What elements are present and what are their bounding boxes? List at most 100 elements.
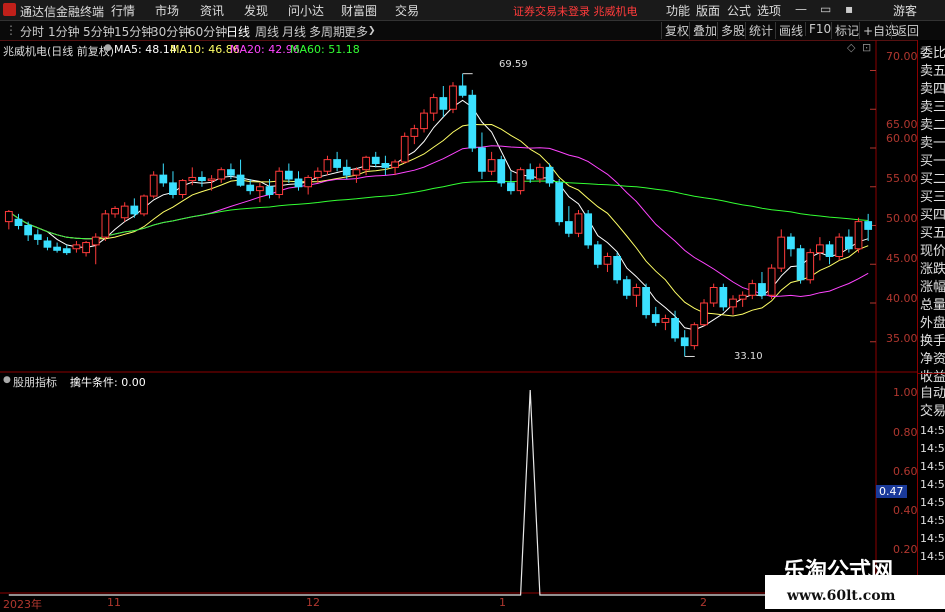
tick-time-8: 14:56 bbox=[920, 550, 945, 563]
diamond-icon[interactable]: ◇ bbox=[847, 41, 855, 54]
quote-sell2: 卖二 bbox=[920, 118, 945, 133]
candle-body bbox=[4, 211, 13, 223]
auto-trade-tab[interactable]: 自动 bbox=[920, 386, 945, 402]
app-logo-icon bbox=[3, 3, 16, 16]
candle-body bbox=[352, 169, 361, 176]
candle-body bbox=[227, 169, 235, 176]
candle-body bbox=[651, 314, 660, 323]
period-daily[interactable]: 日线 bbox=[226, 23, 250, 40]
menu-faxian[interactable]: 发现 bbox=[244, 2, 268, 19]
y-tick-35: 35.00 bbox=[886, 332, 918, 345]
menu-gongshi[interactable]: 公式 bbox=[727, 2, 751, 19]
candle-body bbox=[159, 174, 168, 184]
menu-wenxiaoda[interactable]: 问小达 bbox=[288, 2, 324, 19]
period-5min[interactable]: 5分钟 bbox=[83, 23, 115, 40]
period-weekly[interactable]: 周线 bbox=[255, 23, 279, 40]
btn-huaxian[interactable]: 画线 bbox=[775, 22, 803, 39]
low-price-mark: 33.10 bbox=[734, 351, 763, 362]
login-notice[interactable]: 证券交易未登录 兆威机电 bbox=[513, 3, 638, 19]
quote-sell1: 卖一 bbox=[920, 136, 945, 151]
quote-panel: 委比 卖五 卖四 卖三 卖二 卖一 买一 买二 买三 买四 买五 现价 涨跌 涨… bbox=[917, 40, 945, 609]
tick-time-1: 14:56 bbox=[920, 424, 945, 437]
period-1min[interactable]: 1分钟 bbox=[48, 23, 80, 40]
trade-tab[interactable]: 交易 bbox=[920, 404, 945, 420]
y-tick-50: 50.00 bbox=[886, 212, 918, 225]
candle-body bbox=[816, 244, 824, 254]
candle-body bbox=[284, 170, 293, 180]
candle-body bbox=[516, 169, 525, 192]
menu-shichang[interactable]: 市场 bbox=[155, 2, 179, 19]
menu-zixun[interactable]: 资讯 bbox=[200, 2, 224, 19]
stock-label: 兆威机电(日线 前复权) bbox=[3, 45, 115, 58]
period-15min[interactable]: 15分钟 bbox=[114, 23, 153, 40]
quote-buy1: 买一 bbox=[920, 154, 945, 169]
candle-body bbox=[304, 176, 313, 188]
btn-back[interactable]: 返回 bbox=[891, 22, 919, 39]
candle-body bbox=[690, 324, 699, 347]
candle-body bbox=[458, 85, 467, 96]
btn-biaoji[interactable]: 标记 bbox=[831, 22, 859, 39]
candle-body bbox=[545, 166, 554, 184]
expand-icon[interactable]: ⊡ bbox=[862, 41, 871, 54]
candle-body bbox=[574, 213, 583, 234]
candle-body bbox=[381, 163, 390, 168]
btn-duogu[interactable]: 多股 bbox=[717, 22, 745, 39]
candle-body bbox=[14, 218, 23, 227]
x-label-1: 1 bbox=[499, 596, 506, 609]
ma5-label: MA5: 48.14 bbox=[114, 43, 177, 56]
menu-jiaoyi[interactable]: 交易 bbox=[395, 2, 419, 19]
period-30min[interactable]: 30分钟 bbox=[151, 23, 190, 40]
guest-button[interactable]: 游客 bbox=[893, 2, 917, 19]
sub-settings-icon[interactable]: ● bbox=[3, 375, 11, 385]
candle-body bbox=[130, 205, 139, 215]
menu-hangqing[interactable]: 行情 bbox=[111, 2, 135, 19]
candle-body bbox=[362, 156, 370, 171]
minimize-icon[interactable]: — bbox=[795, 2, 807, 16]
y-tick-45: 45.00 bbox=[886, 252, 918, 265]
btn-tongji[interactable]: 统计 bbox=[745, 22, 773, 39]
candle-body bbox=[62, 248, 71, 254]
period-toolbar: ⋮ 分时 1分钟 5分钟 15分钟 30分钟 60分钟 日线 周线 月线 多周期… bbox=[0, 21, 945, 41]
more-arrow-icon[interactable]: ❯ bbox=[368, 26, 376, 36]
candle-body bbox=[478, 147, 486, 172]
candle-body bbox=[217, 169, 226, 180]
quote-price: 现价 bbox=[920, 244, 945, 259]
quote-sell3: 卖三 bbox=[920, 100, 945, 115]
candle-body bbox=[265, 186, 274, 195]
menu-gongneng[interactable]: 功能 bbox=[666, 2, 690, 19]
sub-tick-1: 1.00 bbox=[893, 386, 918, 399]
sub-tick-02: 0.20 bbox=[893, 543, 918, 556]
menu-caifuquan[interactable]: 财富圈 bbox=[341, 2, 377, 19]
watermark-url: www.60lt.com bbox=[787, 588, 896, 604]
tick-time-2: 14:56 bbox=[920, 442, 945, 455]
more-icon[interactable]: ▪ bbox=[845, 2, 853, 16]
btn-diejia[interactable]: 叠加 bbox=[689, 22, 717, 39]
chart-settings-icon[interactable]: ● bbox=[104, 43, 112, 53]
candle-body bbox=[738, 294, 747, 300]
watermark-title: 乐淘公式网 bbox=[783, 559, 894, 584]
candle-body bbox=[246, 184, 255, 192]
title-bar: 通达信金融终端 行情 市场 资讯 发现 问小达 财富圈 交易 证券交易未登录 兆… bbox=[0, 0, 945, 21]
period-monthly[interactable]: 月线 bbox=[282, 23, 306, 40]
y-tick-70: 70.00 bbox=[886, 50, 918, 63]
period-60min[interactable]: 60分钟 bbox=[188, 23, 227, 40]
candle-body bbox=[91, 236, 100, 246]
menu-banmian[interactable]: 版面 bbox=[696, 2, 720, 19]
candle-body bbox=[111, 207, 119, 215]
quote-netasset: 净资 bbox=[920, 352, 945, 367]
quote-sell5: 卖五 bbox=[920, 64, 945, 79]
restore-icon[interactable]: ▭ bbox=[820, 2, 831, 16]
candle-body bbox=[487, 159, 496, 172]
candle-body bbox=[410, 128, 419, 137]
candle-body bbox=[120, 205, 129, 219]
period-fenshi[interactable]: 分时 bbox=[20, 23, 44, 40]
tick-time-5: 14:56 bbox=[920, 496, 945, 509]
btn-f10[interactable]: F10 bbox=[805, 22, 831, 36]
kline-chart[interactable] bbox=[0, 40, 917, 609]
btn-fuquan[interactable]: 复权 bbox=[661, 22, 689, 39]
period-multi[interactable]: 多周期 bbox=[309, 23, 345, 40]
sub-tick-04: 0.40 bbox=[893, 504, 918, 517]
period-more[interactable]: 更多 bbox=[344, 23, 368, 40]
menu-xuanxiang[interactable]: 选项 bbox=[757, 2, 781, 19]
candle-body bbox=[661, 318, 670, 323]
